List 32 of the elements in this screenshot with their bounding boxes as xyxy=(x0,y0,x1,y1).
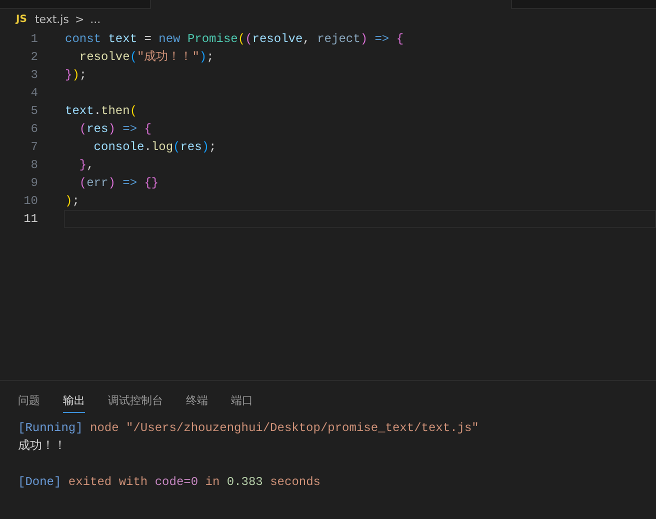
panel-tab[interactable]: 输出 xyxy=(63,391,85,413)
line-number: 6 xyxy=(30,121,38,138)
line-number: 8 xyxy=(30,157,38,174)
code-line: ); xyxy=(65,193,80,210)
line-number: 7 xyxy=(30,139,38,156)
breadcrumb-separator: > xyxy=(74,12,84,26)
line-number: 5 xyxy=(30,103,38,120)
code-line: resolve("成功！！"); xyxy=(78,49,214,66)
panel-tab[interactable]: 调试控制台 xyxy=(108,391,163,413)
code-line: console.log(res); xyxy=(92,139,216,156)
code-line: (err) => {} xyxy=(78,175,159,192)
code-line: const text = new Promise((resolve, reject) => { xyxy=(65,31,404,48)
breadcrumb-file[interactable]: text.js xyxy=(34,12,69,26)
line-number: 10 xyxy=(22,193,38,210)
line-number: 4 xyxy=(30,85,38,102)
breadcrumb-more[interactable]: ... xyxy=(90,12,101,26)
output-line: [Running] node "/Users/zhouzenghui/Desktop/promise_text/text.js" xyxy=(18,421,479,435)
line-number: 2 xyxy=(30,49,38,66)
line-number: 11 xyxy=(22,211,38,228)
line-number: 3 xyxy=(30,67,38,84)
output-line: 成功！！ xyxy=(18,439,66,453)
line-number: 1 xyxy=(30,31,38,48)
panel-tab[interactable]: 端口 xyxy=(231,391,253,413)
file-type-label: JS xyxy=(16,14,27,24)
code-line: (res) => { xyxy=(78,121,152,138)
code-line: }); xyxy=(65,67,87,84)
code-line: }, xyxy=(78,157,94,174)
code-line: text.then( xyxy=(65,103,138,120)
line-number: 9 xyxy=(30,175,38,192)
panel-tab[interactable]: 问题 xyxy=(18,391,40,413)
panel-tab[interactable]: 终端 xyxy=(186,391,208,413)
output-line: [Done] exited with code=0 in 0.383 seconds xyxy=(18,475,320,489)
